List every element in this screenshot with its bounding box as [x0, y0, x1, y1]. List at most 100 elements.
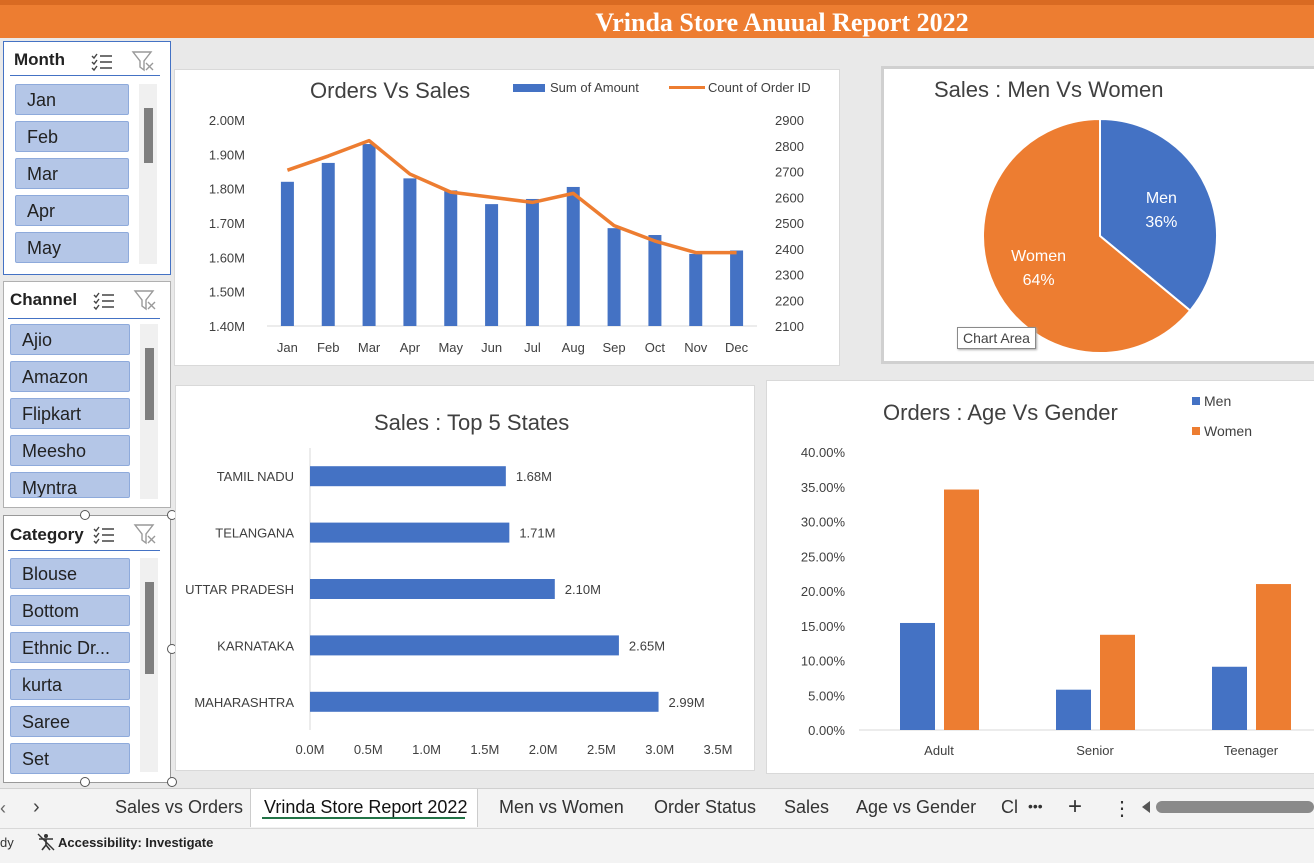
- slicer-title: Channel: [10, 290, 78, 309]
- slice-label: Women: [1011, 248, 1066, 265]
- resize-handle[interactable]: [80, 777, 90, 787]
- y-right-tick-label: 2700: [775, 165, 804, 180]
- month-slicer[interactable]: Month Jan Feb Mar Apr May: [3, 41, 171, 275]
- men-vs-women-chart[interactable]: Sales : Men Vs Women Men 36% Women 64% Char…: [881, 66, 1314, 364]
- category-slicer[interactable]: Category Blouse Bottom Ethnic Dr... kurt…: [3, 515, 171, 783]
- sales-bar: [444, 190, 458, 326]
- slicer-item[interactable]: Mar: [15, 158, 129, 189]
- y-tick-label: 35.00%: [801, 480, 846, 495]
- multi-select-icon[interactable]: [92, 524, 116, 546]
- tab-truncated[interactable]: Cl: [1001, 797, 1018, 818]
- slicer-item[interactable]: Bottom: [10, 595, 130, 626]
- data-label: 1.71M: [519, 526, 555, 541]
- clear-filter-icon[interactable]: [133, 289, 157, 311]
- orders-vs-sales-plot: 2.00M 1.90M 1.80M 1.70M 1.60M 1.50M 1.40M 2900 2…: [209, 113, 804, 355]
- slicer-item[interactable]: Meesho: [10, 435, 130, 466]
- y-tick-label: 5.00%: [808, 688, 845, 703]
- slicer-item[interactable]: May: [15, 232, 129, 263]
- data-label: 2.65M: [629, 638, 665, 653]
- x-tick-label: Oct: [645, 340, 666, 355]
- multi-select-icon[interactable]: [90, 51, 114, 73]
- pie-plot: Men 36% Women 64%: [982, 117, 1218, 354]
- more-tabs-icon[interactable]: •••: [1028, 798, 1043, 814]
- x-tick-label: 1.0M: [412, 742, 441, 757]
- slicer-title: Category: [10, 525, 84, 544]
- horizontal-scrollbar[interactable]: [1156, 801, 1314, 813]
- clear-filter-icon[interactable]: [133, 523, 157, 545]
- slicer-item[interactable]: kurta: [10, 669, 130, 700]
- tab-order-status[interactable]: Order Status: [654, 797, 756, 818]
- tab-sales[interactable]: Sales: [784, 797, 829, 818]
- x-tick-label: Teenager: [1224, 743, 1279, 758]
- x-tick-label: Feb: [317, 340, 339, 355]
- y-right-tick-label: 2300: [775, 268, 804, 283]
- slicer-item[interactable]: Jan: [15, 84, 129, 115]
- accessibility-status[interactable]: Accessibility: Investigate: [58, 835, 213, 850]
- slicer-scrollbar[interactable]: [140, 324, 158, 499]
- sales-bar: [525, 198, 539, 326]
- tab-vrinda-store-report-2022[interactable]: Vrinda Store Report 2022: [264, 797, 467, 818]
- data-label: 2.99M: [669, 695, 705, 710]
- slicer-item[interactable]: Amazon: [10, 361, 130, 392]
- x-tick-label: Dec: [725, 340, 749, 355]
- tab-age-vs-gender[interactable]: Age vs Gender: [856, 797, 976, 818]
- x-tick-label: May: [438, 340, 463, 355]
- scroll-thumb[interactable]: [145, 582, 154, 674]
- age-gender-bar: [1056, 689, 1091, 730]
- sheet-options-icon[interactable]: ⋮: [1112, 796, 1132, 821]
- sales-bar: [485, 204, 499, 326]
- state-label: UTTAR PRADESH: [185, 582, 294, 597]
- slicer-header-rule: [8, 550, 160, 551]
- x-tick-label: Jan: [277, 340, 298, 355]
- scroll-left-icon[interactable]: [1142, 801, 1150, 813]
- state-bar: [310, 522, 510, 543]
- x-tick-label: Jul: [524, 340, 541, 355]
- age-vs-gender-chart[interactable]: Orders : Age Vs Gender Men Women 40.00% 3…: [766, 380, 1314, 774]
- slicer-item[interactable]: Feb: [15, 121, 129, 152]
- report-title: Vrinda Store Anuual Report 2022: [595, 8, 969, 37]
- resize-handle[interactable]: [167, 777, 177, 787]
- x-tick-label: 3.0M: [645, 742, 674, 757]
- slice-label: Men: [1146, 190, 1177, 207]
- active-tab-underline: [262, 817, 465, 819]
- tab-men-vs-women[interactable]: Men vs Women: [499, 797, 624, 818]
- add-sheet-icon[interactable]: +: [1068, 793, 1082, 821]
- x-tick-label: 2.0M: [529, 742, 558, 757]
- slicer-item[interactable]: Ethnic Dr...: [10, 632, 130, 663]
- data-label: 1.68M: [516, 469, 552, 484]
- column-header-strip: [0, 0, 1314, 5]
- top-states-chart[interactable]: Sales : Top 5 States TAMIL NADU 1.68M TELA…: [175, 385, 755, 771]
- slicer-item[interactable]: Blouse: [10, 558, 130, 589]
- y-left-tick-label: 1.70M: [209, 216, 245, 231]
- multi-select-icon[interactable]: [92, 290, 116, 312]
- next-sheet-icon[interactable]: ›: [33, 796, 40, 819]
- y-tick-label: 15.00%: [801, 619, 846, 634]
- y-left-tick-label: 1.80M: [209, 182, 245, 197]
- scroll-thumb[interactable]: [144, 108, 153, 163]
- slicer-item[interactable]: Myntra: [10, 472, 130, 498]
- y-left-tick-label: 1.60M: [209, 250, 245, 265]
- y-right-tick-label: 2800: [775, 139, 804, 154]
- state-bar: [310, 635, 619, 656]
- slicer-item[interactable]: Apr: [15, 195, 129, 226]
- slicer-item[interactable]: Flipkart: [10, 398, 130, 429]
- resize-handle[interactable]: [80, 510, 90, 520]
- slicer-item[interactable]: Ajio: [10, 324, 130, 355]
- x-tick-label: Mar: [358, 340, 381, 355]
- slicer-header-rule: [10, 75, 160, 76]
- clear-filter-icon[interactable]: [131, 50, 155, 72]
- slicer-scrollbar[interactable]: [140, 558, 158, 772]
- channel-slicer[interactable]: Channel Ajio Amazon Flipkart Meesho Mynt…: [3, 281, 171, 508]
- slicer-item[interactable]: Set: [10, 743, 130, 774]
- scroll-thumb[interactable]: [145, 348, 154, 420]
- x-tick-label: 0.5M: [354, 742, 383, 757]
- slicer-scrollbar[interactable]: [139, 84, 157, 264]
- y-left-tick-label: 2.00M: [209, 113, 245, 128]
- y-right-tick-label: 2200: [775, 293, 804, 308]
- prev-sheet-icon[interactable]: ‹: [0, 798, 6, 819]
- y-left-tick-label: 1.40M: [209, 319, 245, 334]
- orders-vs-sales-chart[interactable]: Orders Vs Sales Sum of Amount Count of O…: [174, 69, 840, 366]
- slicer-item[interactable]: Saree: [10, 706, 130, 737]
- x-tick-label: Jun: [481, 340, 502, 355]
- tab-sales-vs-orders[interactable]: Sales vs Orders: [115, 797, 243, 818]
